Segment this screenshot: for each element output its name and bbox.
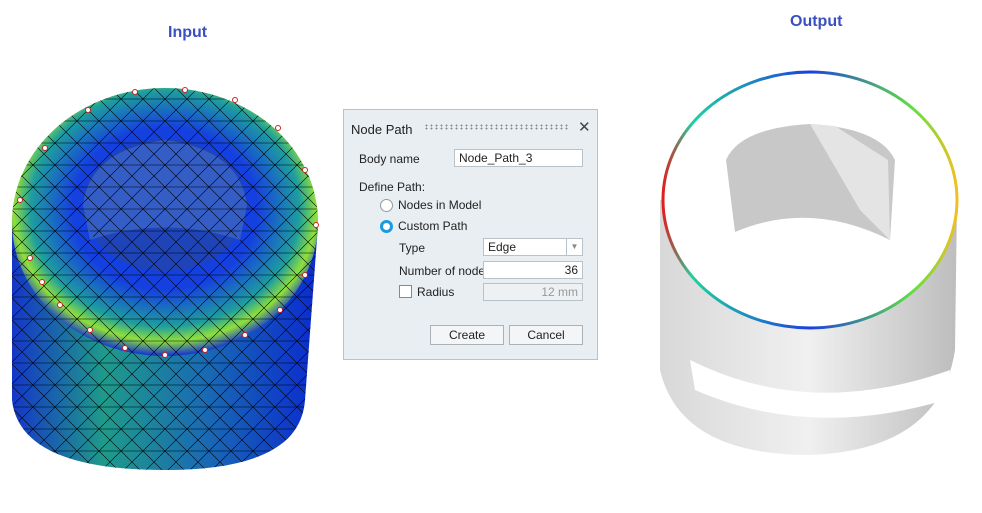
num-nodes-input[interactable]: 36 <box>483 261 583 279</box>
define-path-label: Define Path: <box>359 180 426 194</box>
drag-handle[interactable] <box>424 124 569 130</box>
radio-circle[interactable] <box>380 199 393 212</box>
radio-label: Nodes in Model <box>398 198 482 212</box>
create-button[interactable]: Create <box>430 325 504 345</box>
cancel-button[interactable]: Cancel <box>509 325 583 345</box>
type-label: Type <box>399 241 426 255</box>
radius-input: 12 mm <box>483 283 583 301</box>
radio-circle-selected[interactable] <box>380 220 393 233</box>
close-icon[interactable]: ✕ <box>578 118 591 136</box>
input-mesh-model <box>12 87 319 470</box>
type-value: Edge <box>488 240 517 254</box>
output-model <box>660 70 959 455</box>
radius-checkbox[interactable] <box>399 285 412 298</box>
type-select[interactable]: Edge ▼ <box>483 238 583 256</box>
node-path-dialog: Node Path ✕ Body name Node_Path_3 Define… <box>343 109 598 360</box>
num-nodes-label: Number of nodes <box>399 264 492 278</box>
body-name-input[interactable]: Node_Path_3 <box>454 149 583 167</box>
radio-label: Custom Path <box>398 219 468 233</box>
body-name-label: Body name <box>359 152 420 166</box>
radius-label: Radius <box>417 285 455 299</box>
dialog-title: Node Path <box>351 122 413 137</box>
chevron-down-icon[interactable]: ▼ <box>566 239 582 255</box>
